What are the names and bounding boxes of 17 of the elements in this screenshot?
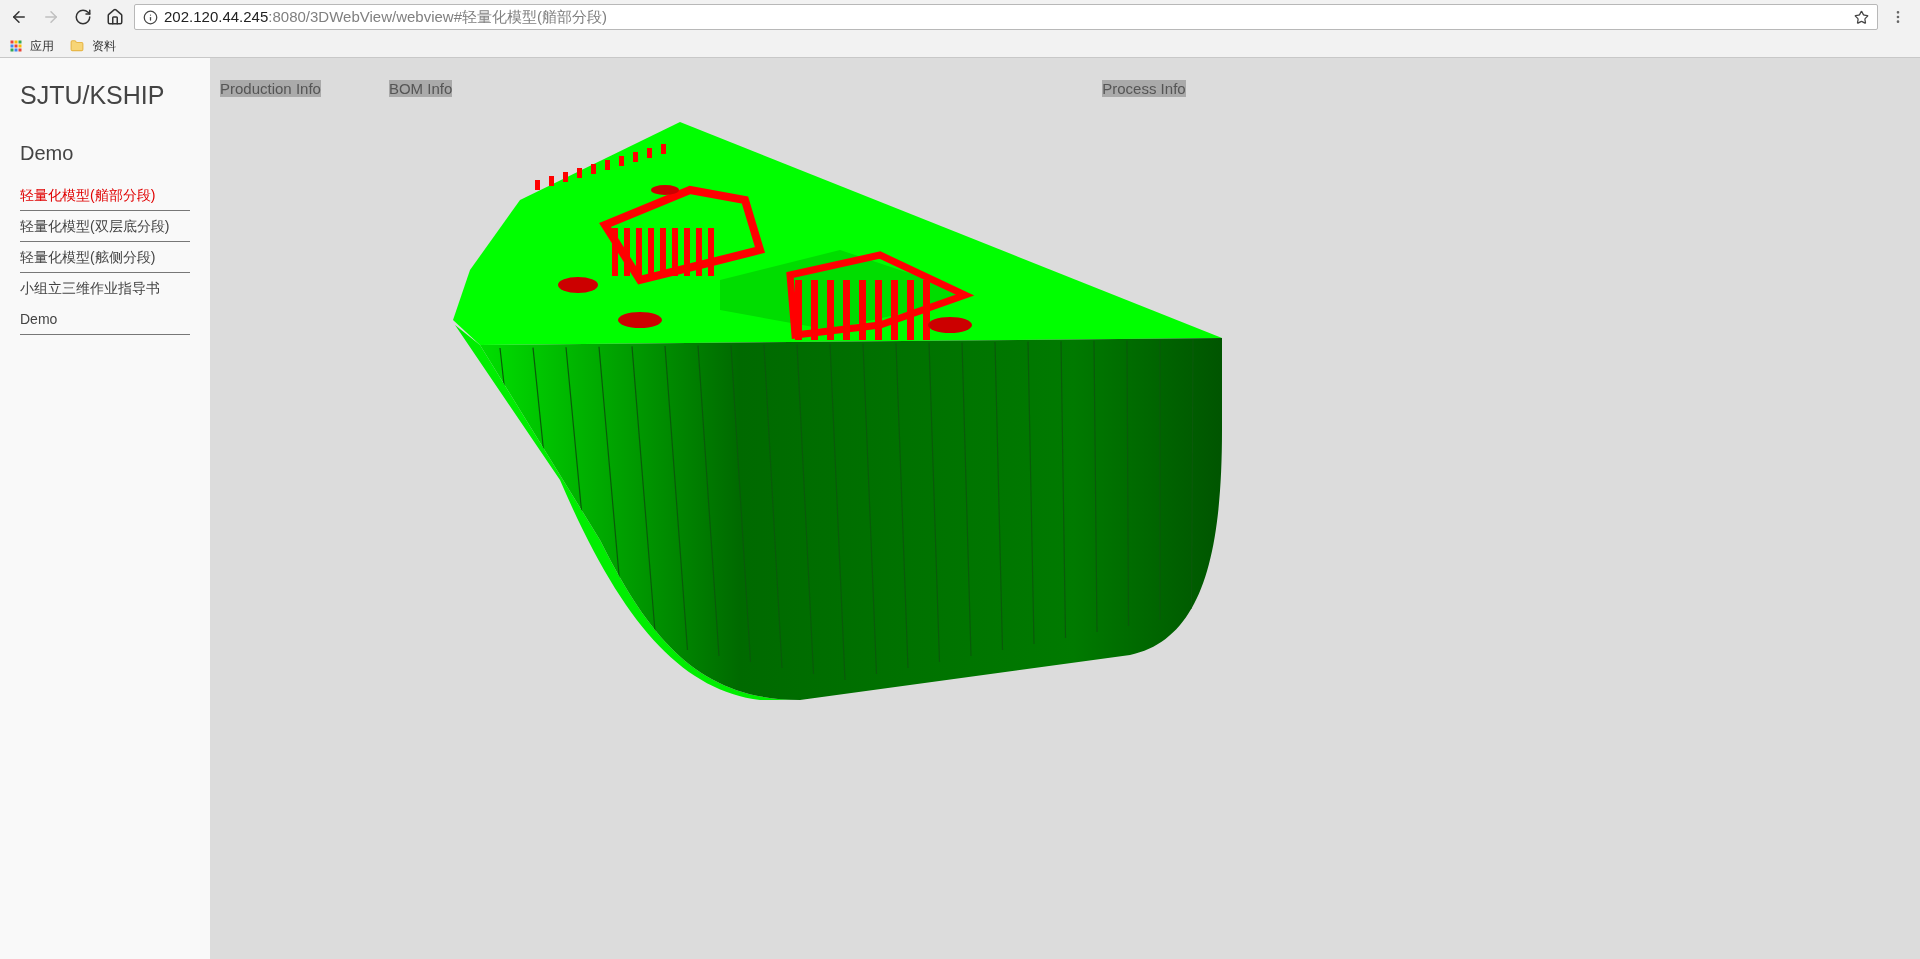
- apps-grid-icon: [10, 39, 22, 52]
- url-text: 202.120.44.245:8080/3DWebView/webview#轻量化模型(艏部分段): [164, 6, 607, 27]
- sidebar-link[interactable]: 轻量化模型(舷侧分段): [20, 242, 190, 273]
- section-title: Demo: [20, 141, 75, 166]
- brand-title: SJTU/KSHIP: [20, 80, 166, 110]
- sidebar-link[interactable]: Demo: [20, 304, 190, 335]
- address-bar[interactable]: 202.120.44.245:8080/3DWebView/webview#轻量化模型(艏部分段): [134, 4, 1878, 30]
- bookmark-item[interactable]: 应用: [10, 36, 54, 55]
- bookmark-item[interactable]: 资料: [70, 36, 116, 55]
- info-icon: [143, 9, 158, 25]
- bookmark-star-icon[interactable]: [1854, 9, 1869, 25]
- sidebar-link[interactable]: 轻量化模型(艏部分段): [20, 180, 190, 211]
- reload-arrow-icon: [74, 8, 92, 26]
- sidebar-link[interactable]: 轻量化模型(双层底分段): [20, 211, 190, 242]
- folder-icon: [70, 38, 84, 53]
- forward-arrow-icon: [42, 8, 60, 26]
- sidebar-link[interactable]: 小组立三维作业指导书: [20, 273, 190, 304]
